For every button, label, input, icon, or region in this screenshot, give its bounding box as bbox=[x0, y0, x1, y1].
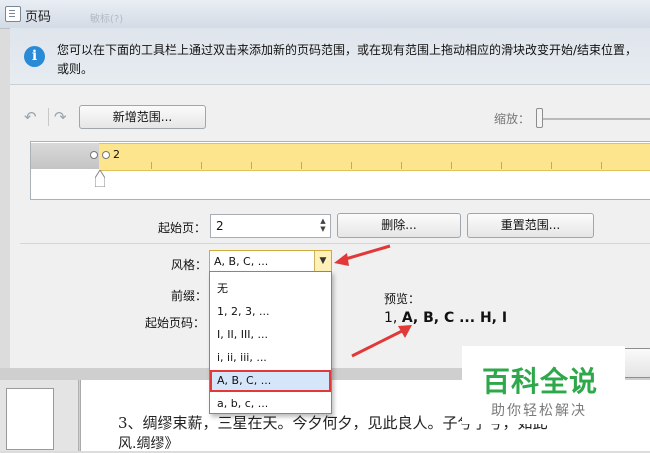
range-start-handle[interactable] bbox=[102, 151, 110, 159]
start-page-stepper[interactable]: ▲ ▼ bbox=[318, 217, 328, 233]
watermark-subtitle: 助你轻松解决 bbox=[491, 403, 587, 419]
reset-range-label: 重置范围... bbox=[500, 218, 561, 232]
zoom-label: 缩放： bbox=[494, 112, 531, 126]
range-tick bbox=[601, 162, 602, 169]
range-unnumbered-segment bbox=[31, 143, 99, 169]
redo-icon[interactable]: ↷ bbox=[54, 108, 67, 126]
prefix-label: 前缀： bbox=[171, 289, 208, 303]
title-bar: 页码 敏标(?) bbox=[0, 0, 650, 29]
zoom-slider-thumb[interactable] bbox=[536, 108, 543, 128]
preview-value: 1, A, B, C ... H, I bbox=[384, 310, 507, 326]
dropdown-option[interactable]: I, II, III, ... bbox=[210, 324, 331, 346]
preview-first: 1, bbox=[384, 310, 402, 326]
info-banner: i 您可以在下面的工具栏上通过双击来添加新的页码范围，或在现有范围上拖动相应的滑… bbox=[10, 28, 650, 85]
window-title: 页码 bbox=[25, 10, 52, 25]
range-tick bbox=[251, 162, 252, 169]
dropdown-option[interactable]: A, B, C, ... bbox=[210, 370, 331, 392]
page-range-strip[interactable]: 2 bbox=[30, 141, 650, 200]
delete-button[interactable]: 删除... bbox=[337, 213, 461, 238]
delete-label: 删除... bbox=[381, 218, 417, 232]
thumbnail-pane bbox=[0, 380, 79, 451]
range-position-marker[interactable] bbox=[95, 170, 105, 187]
background-window-text: 敏标(?) bbox=[90, 14, 124, 25]
range-tick bbox=[351, 162, 352, 169]
page-thumbnail[interactable] bbox=[6, 388, 54, 450]
start-page-value: 2 bbox=[216, 219, 224, 233]
range-tick bbox=[301, 162, 302, 169]
dropdown-option[interactable]: i, ii, iii, ... bbox=[210, 347, 331, 369]
range-segment[interactable] bbox=[99, 143, 650, 171]
style-combobox[interactable]: A, B, C, ... ▼ bbox=[209, 250, 332, 272]
document-icon bbox=[5, 6, 21, 22]
range-tick bbox=[401, 162, 402, 169]
range-tick bbox=[451, 162, 452, 169]
range-tick bbox=[201, 162, 202, 169]
toolbar-separator bbox=[48, 108, 49, 126]
preview-rest: A, B, C ... H, I bbox=[401, 310, 508, 326]
range-end-handle[interactable] bbox=[90, 151, 98, 159]
range-start-label: 2 bbox=[113, 148, 120, 161]
zoom-slider-track[interactable] bbox=[538, 118, 650, 120]
watermark-logo: 百科全说 bbox=[482, 365, 599, 398]
document-line-2: 风.绸缪》 bbox=[118, 436, 179, 452]
preview-label: 预览： bbox=[384, 292, 421, 306]
style-label: 风格： bbox=[171, 258, 208, 272]
info-text: 您可以在下面的工具栏上通过双击来添加新的页码范围，或在现有范围上拖动相应的滑块改… bbox=[57, 43, 638, 76]
reset-range-button[interactable]: 重置范围... bbox=[467, 213, 594, 238]
range-tick bbox=[501, 162, 502, 169]
form-divider bbox=[20, 243, 650, 244]
chevron-down-icon[interactable]: ▼ bbox=[314, 251, 331, 271]
add-range-button[interactable]: 新增范围... bbox=[79, 105, 206, 129]
style-dropdown-list[interactable]: 无 1, 2, 3, ... I, II, III, ... i, ii, iii, … bbox=[209, 271, 332, 414]
start-page-label: 起始页： bbox=[158, 221, 207, 235]
range-tick bbox=[151, 162, 152, 169]
add-range-label: 新增范围... bbox=[112, 110, 173, 124]
dropdown-option[interactable]: 1, 2, 3, ... bbox=[210, 301, 331, 323]
style-value: A, B, C, ... bbox=[214, 255, 269, 268]
dropdown-option[interactable]: 无 bbox=[210, 278, 331, 300]
watermark: 百科全说 助你轻松解决 bbox=[462, 346, 625, 424]
range-tick bbox=[551, 162, 552, 169]
info-icon: i bbox=[24, 46, 45, 67]
start-number-label: 起始页码： bbox=[145, 316, 206, 330]
start-page-field[interactable]: 2 ▲ ▼ bbox=[210, 214, 331, 238]
undo-icon[interactable]: ↶ bbox=[24, 108, 37, 126]
dropdown-option[interactable]: a, b, c, ... bbox=[210, 393, 331, 415]
